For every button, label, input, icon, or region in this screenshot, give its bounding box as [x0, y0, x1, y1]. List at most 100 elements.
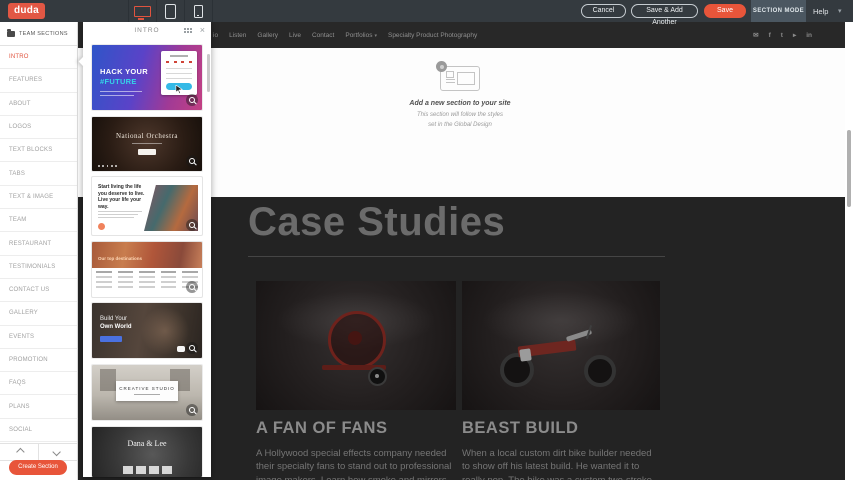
case-text: When a local custom dirt bike builder ne… [462, 447, 660, 480]
thumb-heading2: #FUTURE [100, 77, 137, 86]
template-thumb-dana-and-lee[interactable]: Dana & Lee [92, 427, 202, 477]
thumb-heading: Start living the life you deserve to liv… [98, 184, 146, 210]
scroll-up-button[interactable] [0, 444, 39, 460]
thumb-heading: Dana & Lee [92, 439, 202, 448]
sidebar-item-gallery[interactable]: GALLERY [0, 302, 77, 325]
sidebar-item-restaurant[interactable]: RESTAURANT [0, 232, 77, 255]
dropzone-subtitle: This section will follow the styles set … [400, 111, 520, 130]
template-thumb-start-living[interactable]: Start living the life you deserve to liv… [92, 177, 202, 235]
grid-view-icon[interactable] [184, 28, 192, 34]
sidebar-item-faqs[interactable]: FAQS [0, 372, 77, 395]
youtube-icon[interactable]: ▸ [793, 31, 796, 39]
save-and-add-another-button[interactable]: Save & Add Another [631, 4, 698, 18]
section-heading: Case Studies [248, 200, 505, 245]
nav-item-gallery[interactable]: Gallery [257, 32, 278, 39]
sidebar-item-text-image[interactable]: TEXT & IMAGE [0, 186, 77, 209]
tablet-view-button[interactable] [156, 0, 184, 22]
case-card-fan[interactable]: A FAN OF FANS A Hollywood special effect… [256, 281, 456, 480]
magnifier-icon[interactable] [186, 342, 198, 354]
section-placeholder-icon [440, 66, 480, 91]
sidebar-item-about[interactable]: ABOUT [0, 93, 77, 116]
thumb-cta-button [100, 336, 122, 342]
panel-header: INTRO × [83, 22, 211, 39]
nav-item-portfolios[interactable]: Portfolios▾ [345, 32, 377, 39]
template-thumb-build-your-own-world[interactable]: Build Your Own World [92, 303, 202, 358]
magnifier-icon[interactable] [186, 281, 198, 293]
thumb-heading2: Own World [100, 324, 132, 330]
section-mode-badge: SECTION MODE [751, 0, 806, 22]
help-menu[interactable]: Help [813, 7, 828, 16]
template-thumb-creative-studio[interactable]: CREATIVE STUDIO [92, 365, 202, 420]
site-nav-links: io Listen Gallery Live Contact Portfolio… [213, 22, 477, 48]
template-thumb-top-destinations[interactable]: Our top destinations [92, 242, 202, 297]
tablet-icon [165, 4, 176, 19]
close-icon[interactable]: × [200, 25, 205, 35]
magnifier-icon[interactable] [186, 94, 198, 106]
sidebar-item-testimonials[interactable]: TESTIMONIALS [0, 256, 77, 279]
sidebar-item-tabs[interactable]: TABS [0, 162, 77, 185]
phone-icon [194, 5, 203, 18]
nav-portfolios-label: Portfolios [345, 32, 372, 39]
case-title: A FAN OF FANS [256, 419, 456, 438]
dropzone-line1: This section will follow the styles [417, 112, 503, 118]
sections-sidebar: TEAM SECTIONS INTRO FEATURES ABOUT LOGOS… [0, 22, 78, 480]
folder-icon [7, 31, 15, 37]
desktop-icon [134, 6, 151, 17]
sidebar-item-intro[interactable]: INTRO [0, 46, 77, 69]
create-section-button[interactable]: Create Section [9, 460, 67, 475]
linkedin-icon[interactable]: in [806, 32, 812, 39]
template-thumb-hack-your-future[interactable]: HACK YOUR #FUTURE [92, 45, 202, 110]
add-section-dropzone[interactable]: Add a new section to your site This sect… [400, 66, 520, 130]
chevron-down-icon: ▾ [374, 33, 377, 39]
desktop-view-button[interactable] [128, 0, 156, 22]
panel-scrollbar-thumb[interactable] [207, 54, 210, 92]
template-thumb-national-orchestra[interactable]: National Orchestra [92, 117, 202, 171]
twitter-icon[interactable]: t [781, 32, 783, 39]
gallery-thumbnails [92, 466, 202, 474]
slider-dots [98, 165, 117, 167]
sidebar-header: TEAM SECTIONS [0, 22, 77, 46]
cancel-button[interactable]: Cancel [581, 4, 626, 18]
sidebar-item-social[interactable]: SOCIAL [0, 419, 77, 442]
thumb-button [138, 149, 156, 155]
nav-item-listen[interactable]: Listen [229, 32, 246, 39]
sidebar-item-contact-us[interactable]: CONTACT US [0, 279, 77, 302]
scroll-down-button[interactable] [39, 444, 77, 460]
chat-bubble-icon [177, 346, 185, 352]
nav-item-live[interactable]: Live [289, 32, 301, 39]
chevron-down-icon[interactable]: ▾ [838, 7, 842, 15]
sidebar-item-events[interactable]: EVENTS [0, 326, 77, 349]
case-title: BEAST BUILD [462, 419, 660, 438]
page-scrollbar [845, 22, 853, 480]
facebook-icon[interactable]: f [769, 32, 771, 39]
nav-item-partial[interactable]: io [213, 32, 218, 39]
email-icon[interactable]: ✉ [753, 31, 758, 39]
sidebar-item-plans[interactable]: PLANS [0, 395, 77, 418]
heading-divider [248, 256, 665, 257]
thumb-heading: Build Your [100, 316, 127, 322]
sidebar-item-features[interactable]: FEATURES [0, 69, 77, 92]
dropzone-title: Add a new section to your site [400, 100, 520, 107]
magnifier-icon[interactable] [186, 219, 198, 231]
save-button[interactable]: Save [704, 4, 746, 18]
sidebar-item-text-blocks[interactable]: TEXT BLOCKS [0, 139, 77, 162]
duda-logo[interactable]: duda [8, 3, 45, 19]
nav-item-brand[interactable]: Specialty Product Photography [388, 32, 477, 39]
sidebar-item-logos[interactable]: LOGOS [0, 116, 77, 139]
sidebar-header-label: TEAM SECTIONS [19, 31, 68, 37]
sidebar-item-team[interactable]: TEAM [0, 209, 77, 232]
mobile-view-button[interactable] [184, 0, 213, 22]
magnifier-icon[interactable] [186, 404, 198, 416]
social-icons: ✉ f t ▸ in [753, 22, 812, 48]
magnifier-icon[interactable] [186, 155, 198, 167]
case-card-bike[interactable]: BEAST BUILD When a local custom dirt bik… [462, 281, 660, 480]
scrollbar-thumb[interactable] [847, 130, 851, 207]
accent-dot-icon [98, 223, 105, 230]
thumb-heading: HACK YOUR [100, 67, 148, 76]
sidebar-item-promotion[interactable]: PROMOTION [0, 349, 77, 372]
thumb-heading: National Orchestra [92, 132, 202, 140]
case-image-fan-machine [256, 281, 456, 410]
nav-item-contact[interactable]: Contact [312, 32, 334, 39]
thumb-photo [92, 242, 202, 268]
chevron-down-icon [52, 448, 60, 456]
